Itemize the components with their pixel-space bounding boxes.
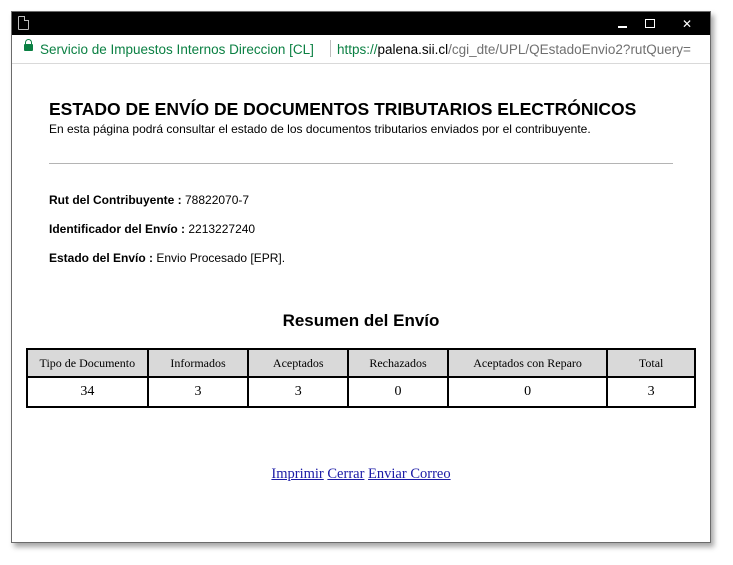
send-email-link[interactable]: Enviar Correo <box>368 466 451 482</box>
table-cell: 0 <box>347 376 449 408</box>
column-header-informados: Informados <box>146 348 250 378</box>
table-cell: 3 <box>247 376 350 408</box>
maximize-button[interactable] <box>636 12 664 35</box>
estado-row: Estado del Envío : Envio Procesado [EPR]… <box>49 251 285 265</box>
divider <box>330 40 331 57</box>
page-subtitle: En esta página podrá consultar el estado… <box>49 122 591 136</box>
table-cell: 34 <box>26 376 149 408</box>
table-cell: 0 <box>446 376 609 408</box>
table-cell: 3 <box>146 376 250 408</box>
table-row: 34 3 3 0 0 3 <box>26 376 696 408</box>
print-link[interactable]: Imprimir <box>271 466 323 482</box>
site-identity[interactable]: Servicio de Impuestos Internos Direccion… <box>40 42 314 57</box>
estado-value: Envio Procesado [EPR]. <box>153 251 286 265</box>
url-text[interactable]: https://palena.sii.cl/cgi_dte/UPL/QEstad… <box>337 42 691 57</box>
table-cell: 3 <box>606 376 696 408</box>
lock-icon <box>24 39 33 51</box>
minimize-button[interactable] <box>608 12 636 35</box>
table-header-row: Tipo de Documento Informados Aceptados R… <box>26 348 696 378</box>
page-content: ESTADO DE ENVÍO DE DOCUMENTOS TRIBUTARIO… <box>12 64 710 542</box>
column-header-aceptados: Aceptados <box>247 348 350 378</box>
column-header-tipo: Tipo de Documento <box>26 348 149 378</box>
popup-window: ✕ Servicio de Impuestos Internos Direcci… <box>11 11 711 543</box>
rut-value: 78822070-7 <box>181 193 250 207</box>
divider <box>49 163 673 164</box>
title-bar[interactable]: ✕ <box>12 12 710 35</box>
window-controls: ✕ <box>608 12 710 35</box>
envio-value: 2213227240 <box>185 222 256 236</box>
column-header-rechazados: Rechazados <box>347 348 449 378</box>
close-button[interactable]: ✕ <box>664 12 710 35</box>
envio-label: Identificador del Envío : <box>49 222 186 236</box>
url-host: palena.sii.cl <box>377 42 449 57</box>
column-header-total: Total <box>606 348 696 378</box>
minimize-icon <box>617 25 627 28</box>
estado-label: Estado del Envío : <box>49 251 154 265</box>
summary-title: Resumen del Envío <box>282 311 440 330</box>
envio-row: Identificador del Envío : 2213227240 <box>49 222 255 236</box>
close-icon: ✕ <box>681 16 693 31</box>
close-link[interactable]: Cerrar <box>327 466 364 482</box>
action-links: Imprimir Cerrar Enviar Correo <box>12 466 710 483</box>
rut-label: Rut del Contribuyente : <box>49 193 182 207</box>
page-icon <box>18 16 29 30</box>
page-title: ESTADO DE ENVÍO DE DOCUMENTOS TRIBUTARIO… <box>49 99 637 119</box>
url-scheme: https:// <box>337 42 378 57</box>
column-header-reparo: Aceptados con Reparo <box>446 348 609 378</box>
url-path: /cgi_dte/UPL/QEstadoEnvio2?rutQuery= <box>448 42 691 57</box>
summary-table: Tipo de Documento Informados Aceptados R… <box>26 348 696 408</box>
address-bar[interactable]: Servicio de Impuestos Internos Direccion… <box>12 35 710 64</box>
maximize-icon <box>645 19 655 28</box>
rut-row: Rut del Contribuyente : 78822070-7 <box>49 193 249 207</box>
